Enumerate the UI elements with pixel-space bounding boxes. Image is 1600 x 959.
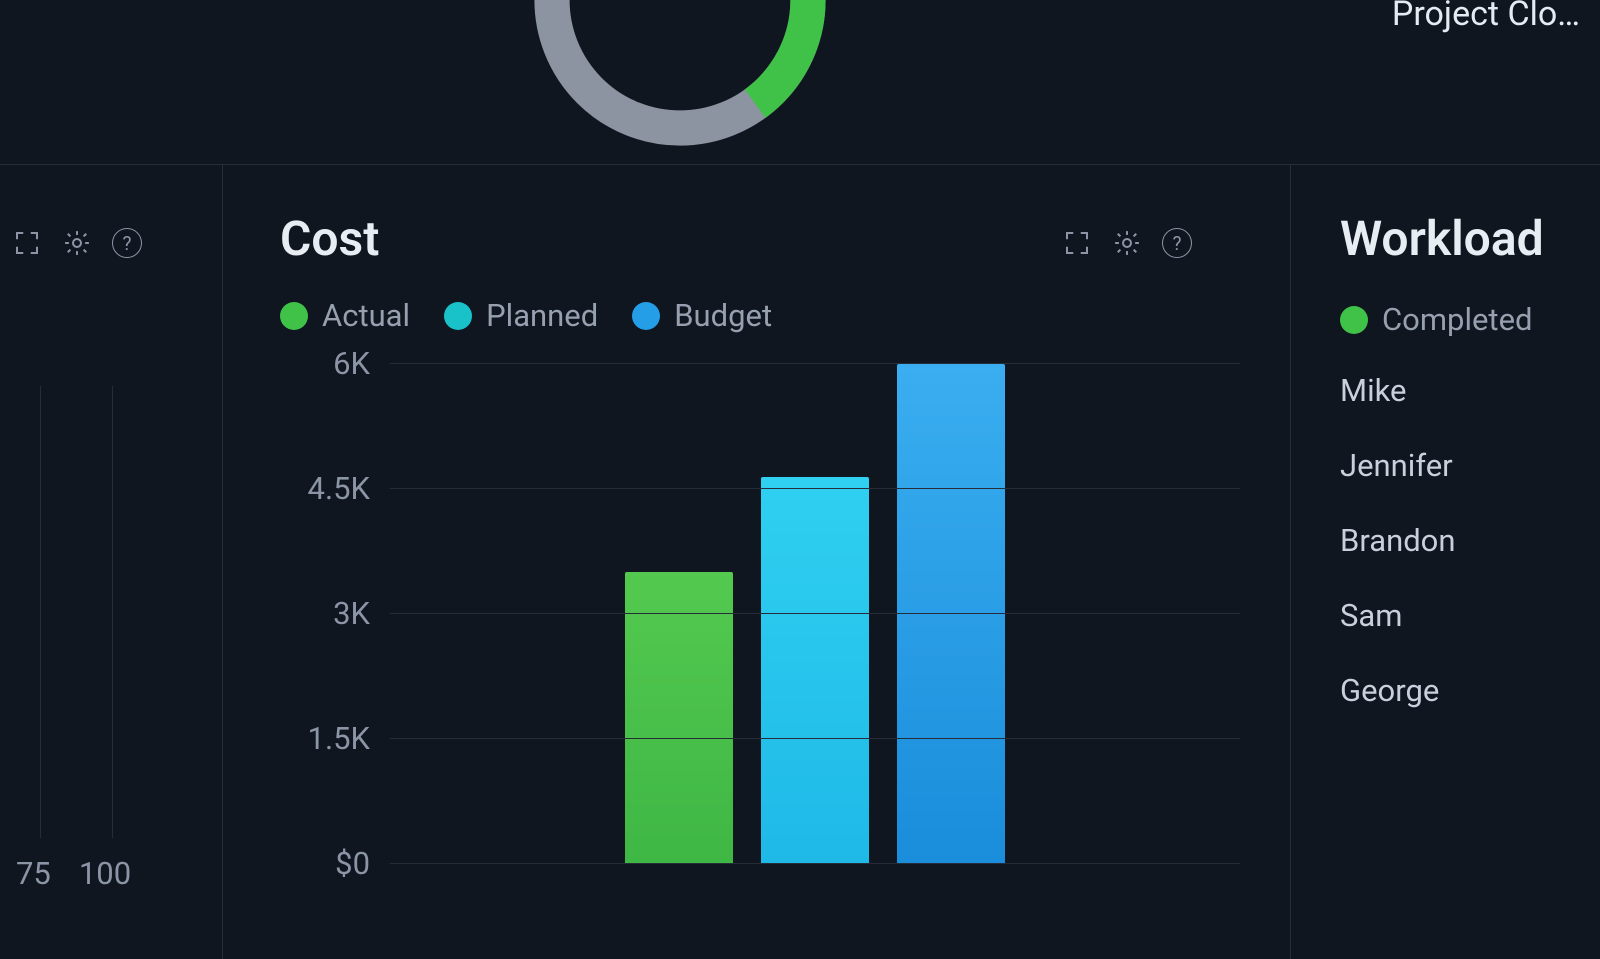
workload-person[interactable]: George (1340, 672, 1600, 709)
donut-progress (520, 0, 840, 160)
legend-item-budget[interactable]: Budget (632, 297, 772, 334)
help-icon[interactable]: ? (110, 226, 144, 260)
cost-legend: Actual Planned Budget (280, 297, 1240, 334)
workload-legend[interactable]: Completed (1340, 301, 1600, 338)
workload-people-list: Mike Jennifer Brandon Sam George (1340, 372, 1600, 709)
legend-dot-planned (444, 302, 472, 330)
col-divider-right (1290, 164, 1291, 959)
legend-item-actual[interactable]: Actual (280, 297, 410, 334)
workload-panel: Workload Completed Mike Jennifer Brandon Sa… (1340, 210, 1600, 709)
gridline (390, 488, 1240, 489)
plot-area (390, 364, 1240, 864)
legend-dot-completed (1340, 306, 1368, 334)
legend-label: Actual (322, 297, 410, 334)
left-chart-x-ticks: 75 100 (16, 855, 131, 892)
col-divider-left (222, 164, 223, 959)
y-axis: 6K 4.5K 3K 1.5K $0 (280, 364, 390, 864)
x-tick: 75 (16, 855, 51, 892)
gridline (390, 738, 1240, 739)
workload-person[interactable]: Brandon (1340, 522, 1600, 559)
left-chart-axis-stubs (40, 386, 113, 838)
cost-panel: Cost Actual Planned Budget 6K 4.5K 3K 1.… (280, 210, 1240, 864)
workload-person[interactable]: Sam (1340, 597, 1600, 634)
bars-container (390, 364, 1240, 864)
cost-title: Cost (280, 210, 1240, 267)
bar-planned[interactable] (761, 477, 869, 865)
expand-icon[interactable] (10, 226, 44, 260)
workload-person[interactable]: Mike (1340, 372, 1600, 409)
cost-chart: 6K 4.5K 3K 1.5K $0 (280, 364, 1240, 864)
gridline (390, 363, 1240, 364)
x-tick: 100 (79, 855, 131, 892)
legend-label: Completed (1382, 301, 1533, 338)
bar-budget[interactable] (897, 364, 1005, 864)
gridline (390, 863, 1240, 864)
legend-label: Planned (486, 297, 598, 334)
gridline (390, 613, 1240, 614)
legend-dot-actual (280, 302, 308, 330)
workload-person[interactable]: Jennifer (1340, 447, 1600, 484)
gear-icon[interactable] (60, 226, 94, 260)
legend-label: Budget (674, 297, 772, 334)
workload-title: Workload (1340, 210, 1600, 267)
legend-item-planned[interactable]: Planned (444, 297, 598, 334)
panel-left-icon-row: ? (10, 226, 144, 260)
project-label-truncated: Project Clo… (1392, 0, 1580, 34)
bar-actual[interactable] (625, 572, 733, 864)
row-divider (0, 164, 1600, 165)
legend-dot-budget (632, 302, 660, 330)
